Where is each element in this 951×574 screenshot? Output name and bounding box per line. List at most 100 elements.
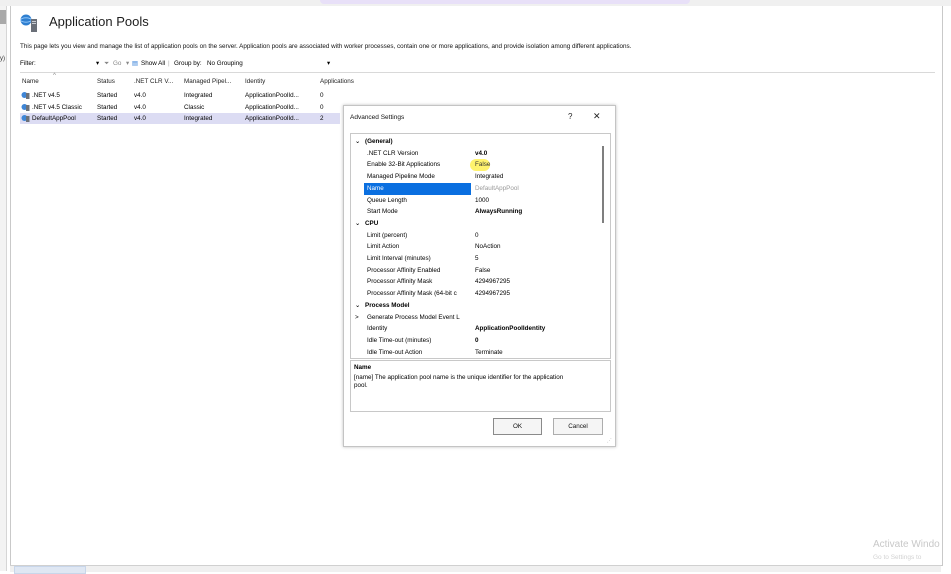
pane-edge-glyph: y): [0, 56, 5, 62]
property-row[interactable]: Identity ApplicationPoolIdentity: [351, 323, 599, 335]
collapse-chevron-icon[interactable]: ⌄: [355, 220, 360, 227]
property-value[interactable]: 4294967295: [475, 278, 510, 285]
category-label: (General): [365, 138, 393, 145]
property-name: Processor Affinity Mask: [367, 278, 433, 286]
property-row[interactable]: Name DefaultAppPool: [351, 182, 599, 195]
property-category[interactable]: ⌄ CPU: [351, 218, 599, 230]
cell-identity: ApplicationPoolId...: [245, 92, 299, 99]
property-name: Limit Action: [367, 243, 400, 251]
property-grid: ⌄ (General) .NET CLR Version v4.0 Enable 32-…: [350, 133, 611, 359]
group-by-dropdown-icon[interactable]: ▾: [327, 60, 330, 67]
features-view-tab[interactable]: [14, 566, 86, 574]
column-header-name[interactable]: Name: [22, 78, 39, 85]
property-value[interactable]: 1000: [475, 197, 489, 204]
group-by-select[interactable]: No Grouping: [207, 60, 243, 67]
property-value[interactable]: NoAction: [475, 243, 501, 250]
property-name: Managed Pipeline Mode: [367, 173, 435, 181]
category-label: Process Model: [365, 301, 410, 309]
help-button[interactable]: ?: [568, 112, 572, 121]
application-pools-icon: [20, 14, 37, 32]
property-value[interactable]: Terminate: [475, 349, 503, 356]
property-row[interactable]: Queue Length 1000: [351, 195, 599, 207]
cell-applications: 2: [320, 115, 324, 122]
property-row[interactable]: Start Mode AlwaysRunning: [351, 206, 599, 218]
cell-identity: ApplicationPoolId...: [245, 115, 299, 122]
table-row[interactable]: DefaultAppPool Started v4.0 Integrated Appli…: [20, 113, 340, 124]
collapse-chevron-icon[interactable]: ⌄: [355, 302, 360, 309]
property-category[interactable]: ⌄ (General): [351, 136, 599, 148]
column-header-clr[interactable]: .NET CLR V...: [134, 78, 173, 85]
filter-dropdown-icon[interactable]: ▾: [96, 60, 99, 67]
go-dropdown-icon[interactable]: ▾: [126, 60, 129, 67]
property-row[interactable]: Processor Affinity Mask (64-bit c 4294967…: [351, 288, 599, 300]
description-body: [name] The application pool name is the …: [354, 374, 564, 389]
column-header-identity[interactable]: Identity: [245, 78, 265, 85]
property-row[interactable]: Processor Affinity Mask 4294967295: [351, 276, 599, 288]
table-row[interactable]: .NET v4.5 Classic Started v4.0 Classic Appli…: [20, 102, 340, 113]
description-heading: Name: [354, 364, 372, 371]
activation-watermark: Activate Windo: [873, 539, 940, 550]
cell-clr: v4.0: [134, 103, 146, 111]
property-value[interactable]: False: [475, 161, 490, 168]
property-row[interactable]: Limit Action NoAction: [351, 241, 599, 253]
property-name: Limit Interval (minutes): [367, 255, 431, 262]
property-value[interactable]: 0: [475, 337, 479, 344]
property-row[interactable]: .NET CLR Version v4.0: [351, 148, 599, 160]
toolbar-divider: [20, 72, 935, 73]
property-row[interactable]: Idle Time-out (minutes) 0: [351, 335, 599, 347]
activation-watermark-sub: Go to Settings to: [873, 554, 922, 561]
property-category[interactable]: ⌄ Process Model: [351, 300, 599, 312]
cell-status: Started: [97, 103, 118, 111]
cell-name: .NET v4.5 Classic: [32, 103, 82, 111]
property-value[interactable]: ApplicationPoolIdentity: [475, 325, 545, 332]
cell-name: .NET v4.5: [32, 92, 60, 99]
property-value[interactable]: 4294967295: [475, 290, 510, 297]
cancel-button[interactable]: Cancel: [553, 418, 603, 435]
property-row[interactable]: Idle Time-out Action Terminate: [351, 347, 599, 358]
cell-applications: 0: [320, 92, 324, 99]
content-view-tab[interactable]: [90, 566, 150, 572]
property-name: Name: [367, 184, 384, 192]
property-value[interactable]: 0: [475, 232, 479, 239]
ok-button[interactable]: OK: [493, 418, 542, 435]
connections-pane-edge: y): [0, 6, 7, 571]
property-value[interactable]: Integrated: [475, 173, 503, 180]
cell-clr: v4.0: [134, 115, 146, 122]
pane-tab[interactable]: [0, 10, 6, 24]
table-row[interactable]: .NET v4.5 Started v4.0 Integrated Applicatio…: [20, 90, 340, 101]
property-value[interactable]: 5: [475, 255, 479, 262]
close-icon[interactable]: ✕: [593, 111, 601, 122]
resize-grip-icon[interactable]: ⋰: [607, 438, 612, 444]
property-row[interactable]: Enable 32-Bit Applications False: [351, 159, 599, 172]
property-name: Limit (percent): [367, 231, 408, 239]
property-row[interactable]: Limit (percent) 0: [351, 230, 599, 242]
column-header-applications[interactable]: Applications: [320, 78, 354, 85]
property-name: Generate Process Model Event L: [367, 313, 460, 321]
column-header-pipeline[interactable]: Managed Pipel...: [184, 78, 231, 85]
property-name: Enable 32-Bit Applications: [367, 161, 441, 169]
collapse-chevron-icon[interactable]: ⌄: [355, 138, 360, 145]
property-name: Idle Time-out Action: [367, 348, 423, 356]
show-all-button[interactable]: Show All: [141, 60, 165, 67]
property-row[interactable]: Managed Pipeline Mode Integrated: [351, 171, 599, 183]
cell-status: Started: [97, 92, 118, 99]
expand-chevron-icon[interactable]: >: [355, 314, 359, 321]
property-value[interactable]: False: [475, 267, 490, 274]
property-name: Processor Affinity Enabled: [367, 266, 441, 274]
property-value[interactable]: DefaultAppPool: [475, 185, 519, 192]
property-name: Identity: [367, 325, 388, 333]
sort-indicator-icon: ^: [53, 72, 56, 79]
property-row[interactable]: Processor Affinity Enabled False: [351, 265, 599, 277]
app-pool-icon: [21, 103, 30, 111]
cell-pipeline: Classic: [184, 103, 205, 111]
property-grid-scrollbar[interactable]: [602, 146, 604, 223]
property-value[interactable]: AlwaysRunning: [475, 208, 522, 215]
property-row[interactable]: Limit Interval (minutes) 5: [351, 253, 599, 265]
property-name: Start Mode: [367, 208, 398, 216]
column-header-status[interactable]: Status: [97, 78, 115, 85]
dialog-title: Advanced Settings: [350, 114, 405, 121]
go-button[interactable]: Go: [113, 60, 121, 67]
property-value[interactable]: v4.0: [475, 150, 487, 157]
property-row[interactable]: > Generate Process Model Event L: [351, 312, 599, 324]
cell-name: DefaultAppPool: [32, 115, 76, 122]
